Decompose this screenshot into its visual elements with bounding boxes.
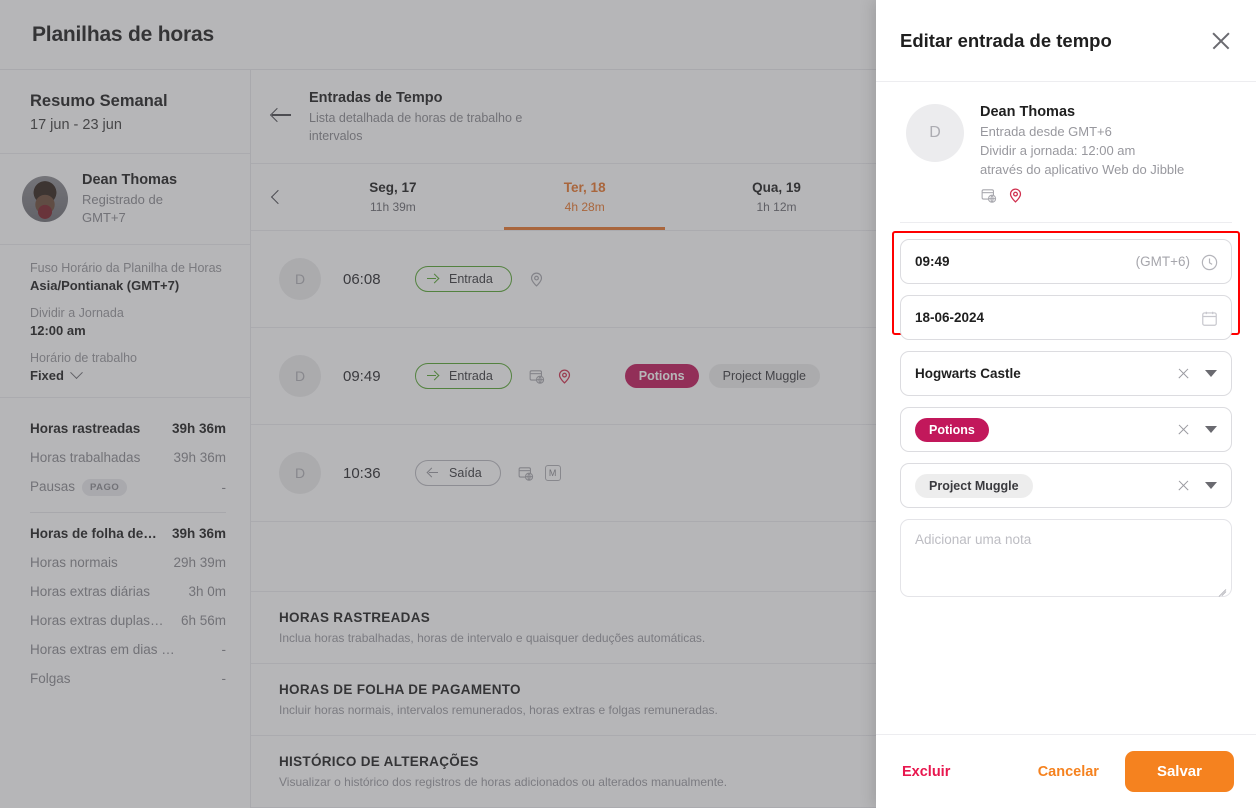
close-icon[interactable] xyxy=(1208,28,1234,54)
note-textarea[interactable]: Adicionar uma nota xyxy=(900,519,1232,597)
panel-user-line1: Entrada desde GMT+6 xyxy=(980,124,1112,139)
location-value: Hogwarts Castle xyxy=(915,366,1021,381)
time-value: 09:49 xyxy=(915,254,950,269)
time-input[interactable]: 09:49 (GMT+6) xyxy=(900,239,1232,284)
panel-user-icons xyxy=(980,187,1184,204)
note-placeholder: Adicionar uma nota xyxy=(915,532,1032,547)
activity-value: Potions xyxy=(915,417,989,442)
panel-user-info: D Dean Thomas Entrada desde GMT+6 Dividi… xyxy=(900,82,1232,223)
panel-header: Editar entrada de tempo xyxy=(876,0,1256,82)
location-pin-red-icon[interactable] xyxy=(1007,187,1024,204)
panel-user-line2: Dividir a jornada: 12:00 am xyxy=(980,143,1136,158)
project-select[interactable]: Project Muggle xyxy=(900,463,1232,508)
chevron-down-icon[interactable] xyxy=(1205,426,1217,433)
clock-icon[interactable] xyxy=(1200,253,1218,271)
modal-overlay[interactable] xyxy=(0,0,876,808)
date-actions xyxy=(1200,309,1217,326)
edit-time-entry-panel: Editar entrada de tempo D Dean Thomas En… xyxy=(876,0,1256,808)
app-root: Planilhas de horas 5:28:50 Charms Projec… xyxy=(0,0,1256,808)
project-actions xyxy=(1177,479,1217,492)
panel-footer: Excluir Cancelar Salvar xyxy=(876,734,1256,808)
activity-actions xyxy=(1177,423,1217,436)
panel-user-line3: através do aplicativo Web do Jibble xyxy=(980,162,1185,177)
delete-button[interactable]: Excluir xyxy=(902,764,950,780)
chevron-down-icon[interactable] xyxy=(1205,482,1217,489)
clear-icon[interactable] xyxy=(1177,367,1190,380)
avatar: D xyxy=(906,104,964,162)
calendar-icon[interactable] xyxy=(1200,309,1217,326)
web-browser-icon[interactable] xyxy=(980,187,997,204)
location-actions xyxy=(1177,367,1217,380)
panel-body: D Dean Thomas Entrada desde GMT+6 Dividi… xyxy=(876,82,1256,734)
panel-user-name: Dean Thomas xyxy=(980,104,1076,120)
cancel-button[interactable]: Cancelar xyxy=(1038,764,1099,780)
chevron-down-icon[interactable] xyxy=(1205,370,1217,377)
save-button[interactable]: Salvar xyxy=(1124,751,1234,792)
time-gmt-label: (GMT+6) xyxy=(1135,254,1190,269)
date-input[interactable]: 18-06-2024 xyxy=(900,295,1232,340)
location-select[interactable]: Hogwarts Castle xyxy=(900,351,1232,396)
clear-icon[interactable] xyxy=(1177,423,1190,436)
activity-select[interactable]: Potions xyxy=(900,407,1232,452)
panel-title: Editar entrada de tempo xyxy=(900,29,1112,51)
project-value: Project Muggle xyxy=(915,473,1033,498)
clear-icon[interactable] xyxy=(1177,479,1190,492)
date-value: 18-06-2024 xyxy=(915,310,985,325)
resize-handle-icon[interactable] xyxy=(1215,581,1226,592)
panel-fields: 09:49 (GMT+6) 18-06-2024 Hogwarts Castle… xyxy=(892,223,1240,597)
